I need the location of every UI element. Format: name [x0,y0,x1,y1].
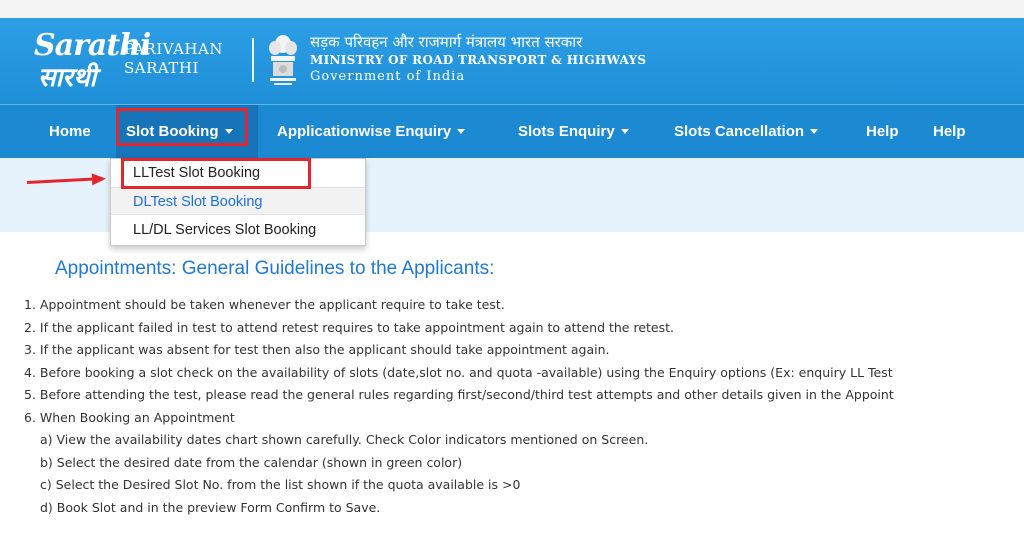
logo-line-2: सारथी [38,63,97,93]
guideline-subitem: c) Select the Desired Slot No. from the … [40,477,521,492]
nav-home[interactable]: Home [49,105,91,159]
guideline-item: 3. If the applicant was absent for test … [24,342,610,357]
annotation-highlight-slot-booking [116,108,248,146]
guidelines-title: Appointments: General Guidelines to the … [55,258,495,279]
nav-help-2-label: Help [933,123,966,140]
nav-help-1-label: Help [866,123,899,140]
brand-line-2: SARATHI [124,59,199,77]
nav-slots-cancellation-label: Slots Cancellation [674,123,805,140]
national-emblem-icon [269,35,297,85]
guideline-item: 1. Appointment should be taken whenever … [24,297,505,312]
nav-home-label: Home [49,123,91,140]
ministry-hindi: सड़क परिवहन और राजमार्ग मंत्रालय भारत सर… [310,33,583,51]
site-header: Sarathi सारथी PARIVAHAN SARATHI सड़क परि… [0,18,1024,104]
brand-name: PARIVAHAN SARATHI [124,40,223,78]
sarathi-logo[interactable]: Sarathi सारथी [32,28,151,93]
dropdown-item-label: DLTest Slot Booking [133,194,263,210]
guideline-subitem: d) Book Slot and in the preview Form Con… [40,499,381,515]
chevron-down-icon [457,128,466,134]
ministry-block: सड़क परिवहन और राजमार्ग मंत्रालय भारत सर… [310,32,646,86]
guideline-item: 6. When Booking an Appointment [24,409,235,425]
dropdown-item-label: LL/DL Services Slot Booking [133,222,317,238]
nav-help-1[interactable]: Help [866,105,899,159]
guideline-item: 4. Before booking a slot check on the av… [24,364,893,380]
nav-applicationwise-enquiry-label: Applicationwise Enquiry [277,123,452,140]
annotation-arrow-icon [91,172,107,186]
dropdown-item-dltest-slot-booking[interactable]: DLTest Slot Booking [111,187,365,215]
nav-applicationwise-enquiry[interactable]: Applicationwise Enquiry [277,105,466,159]
annotation-highlight-lltest [121,158,311,189]
government-label: Government of India [310,69,466,84]
dropdown-item-lldl-services-slot-booking[interactable]: LL/DL Services Slot Booking [111,216,365,244]
brand-line-1: PARIVAHAN [124,40,223,58]
guidelines-list: 1. Appointment should be taken whenever … [24,294,1024,519]
guideline-subitem: a) View the availability dates chart sho… [40,432,649,447]
nav-slots-cancellation[interactable]: Slots Cancellation [674,105,819,159]
nav-slots-enquiry-label: Slots Enquiry [518,123,615,140]
chevron-down-icon [810,128,819,134]
header-divider [252,38,254,82]
nav-slots-enquiry[interactable]: Slots Enquiry [518,105,629,159]
browser-top-strip [0,0,1024,19]
chevron-down-icon [620,128,629,134]
guideline-item: 5. Before attending the test, please rea… [24,387,894,402]
guideline-subitem: b) Select the desired date from the cale… [40,454,463,470]
ministry-english: MINISTRY OF ROAD TRANSPORT & HIGHWAYS [310,53,647,67]
guideline-item: 2. If the applicant failed in test to at… [24,319,674,335]
nav-help-2[interactable]: Help [933,105,966,159]
